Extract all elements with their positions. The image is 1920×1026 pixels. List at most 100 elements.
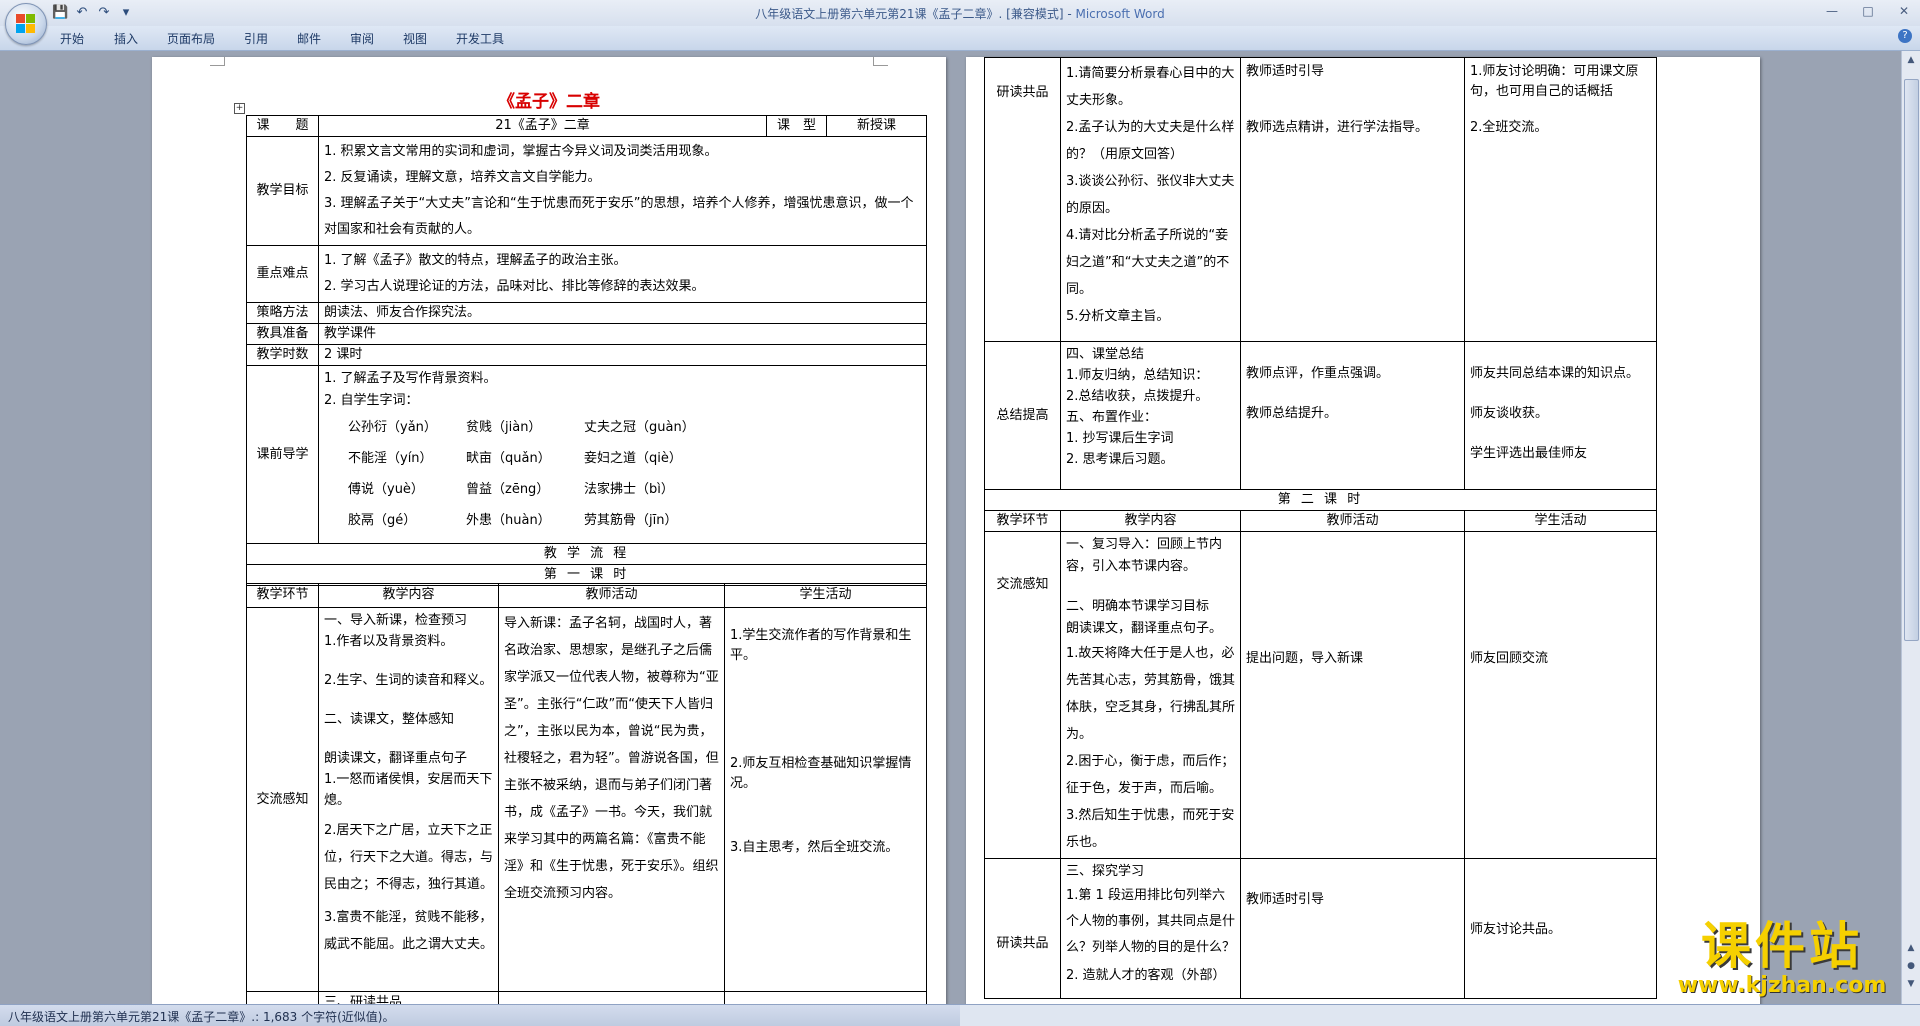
content-line: 3.谈谈公孙衍、张仪非大丈夫的原因。 (1066, 174, 1235, 216)
content-line: 二、明确本节课学习目标 (1066, 599, 1210, 614)
col-content: 教学内容 (318, 583, 499, 608)
goals-cell: 1. 积累文言文常用的实词和虚词，掌握古今异义词及词类活用现象。 2. 反复诵读… (317, 136, 928, 246)
vocab-word: 胶鬲（gé） (348, 513, 417, 528)
student-line: 学生评选出最佳师友 (1470, 446, 1588, 461)
content-line: 2.孟子认为的大丈夫是什么样的？（用原文回答） (1066, 120, 1235, 162)
tab-view[interactable]: 视图 (403, 30, 427, 47)
vocab-word: 曾益（zēng） (466, 482, 550, 497)
vocab-word: 傅说（yuè） (348, 482, 424, 497)
tab-mailings[interactable]: 邮件 (297, 30, 321, 47)
content-line: 5.分析文章主旨。 (1066, 309, 1170, 324)
teacher-line: 教师点评，作重点强调。 (1246, 366, 1390, 381)
label-strategy: 策略方法 (246, 302, 319, 324)
tab-insert[interactable]: 插入 (114, 30, 138, 47)
content-line: 2. 思考课后习题。 (1066, 452, 1174, 467)
flow-title: 教 学 流 程 (245, 543, 928, 565)
scroll-up-icon[interactable]: ▲ (1904, 53, 1918, 67)
minimize-icon[interactable]: — (1820, 2, 1844, 20)
content-cell: 一、复习导入：回顾上节内容，引入本节课内容。 二、明确本节课学习目标 朗读课文，… (1060, 531, 1241, 859)
hours-value: 2 课时 (317, 344, 928, 366)
office-logo-icon (16, 14, 36, 34)
content-line: 二、读课文，整体感知 (324, 712, 455, 727)
vocab-row: 不能淫（yín） 畎亩（quǎn） 妾妇之道（qiè） (348, 443, 921, 474)
label-tools: 教具准备 (246, 323, 319, 345)
maximize-icon[interactable]: □ (1856, 2, 1880, 20)
prev-page-icon[interactable]: ▲ (1904, 941, 1918, 955)
vocab-word: 不能淫（yín） (348, 451, 433, 466)
content-line: 2.居天下之广居，立天下之正位，行天下之大道。得志，与民由之；不得志，独行其道。 (324, 823, 494, 892)
vocab-word: 贫贱（jiàn） (466, 420, 542, 435)
tab-developer[interactable]: 开发工具 (456, 30, 504, 47)
stage-label: 研读共品 (984, 858, 1061, 999)
stage-label: 总结提高 (984, 341, 1061, 490)
label-type: 课 型 (766, 115, 828, 137)
content-line: 2.困于心，衡于虑，而后作；征于色，发于声，而后喻。 (1066, 754, 1235, 796)
close-icon[interactable]: ✕ (1892, 2, 1916, 20)
key-points-cell: 1. 了解《孟子》散文的特点，理解孟子的政治主张。 2. 学习古人说理论证的方法… (317, 245, 928, 303)
key-point-item: 1. 了解《孟子》散文的特点，理解孟子的政治主张。 (324, 253, 627, 268)
goal-item: 1. 积累文言文常用的实词和虚词，掌握古今异义词及词类活用现象。 (324, 144, 718, 159)
col-content: 教学内容 (1060, 510, 1241, 532)
horizontal-scrollbar[interactable] (960, 1004, 1920, 1026)
help-icon[interactable]: ? (1898, 29, 1912, 43)
tab-page-layout[interactable]: 页面布局 (167, 30, 215, 47)
teacher-cell: 教师适时引导 教师选点精讲，进行学法指导。 (1240, 57, 1465, 342)
content-line: 五、布置作业： (1066, 410, 1158, 425)
goal-item: 2. 反复诵读，理解文意，培养文言文自学能力。 (324, 170, 601, 185)
content-line: 2. 造就人才的客观（外部） (1066, 968, 1226, 983)
student-line: 2.全班交流。 (1470, 120, 1548, 135)
teacher-cell: 提出问题，导入新课 (1240, 531, 1465, 859)
period2-title: 第 二 课 时 (984, 489, 1657, 511)
content-cell: 三、探究学习 1.第 1 段运用排比句列举六个人物的事例，其共同点是什么？列举人… (1060, 858, 1241, 999)
scroll-thumb[interactable] (1904, 79, 1919, 641)
content-line: 1.一怒而诸侯惧，安居而天下熄。 (324, 772, 493, 808)
doc-title: 《孟子》二章 (498, 92, 600, 112)
stage-label: 研读共品 (984, 57, 1061, 342)
student-line: 师友讨论共品。 (1470, 922, 1562, 937)
content-cell: 一、导入新课，检查预习 1.作者以及背景资料。 2.生字、生词的读音和释义。 二… (318, 607, 499, 992)
content-line: 4.请对比分析孟子所说的“妾妇之道”和“大丈夫之道”的不同。 (1066, 228, 1230, 297)
content-line: 一、复习导入：回顾上节内容，引入本节课内容。 (1066, 537, 1223, 574)
teacher-line: 教师选点精讲，进行学法指导。 (1246, 120, 1429, 135)
col-teacher: 教师活动 (498, 583, 725, 608)
student-cell: 1.师友讨论明确：可用课文原句，也可用自己的话概括 2.全班交流。 (1464, 57, 1657, 342)
course-title: 21《孟子》二章 (317, 115, 768, 137)
course-type: 新授课 (826, 115, 928, 137)
key-point-item: 2. 学习古人说理论证的方法，品味对比、排比等修辞的表达效果。 (324, 279, 705, 294)
period1-table-continued: 研读共品 1.请简要分析景春心目中的大丈夫形象。 2.孟子认为的大丈夫是什么样的… (984, 57, 1657, 999)
tab-references[interactable]: 引用 (244, 30, 268, 47)
tab-review[interactable]: 审阅 (350, 30, 374, 47)
content-cell: 1.请简要分析景春心目中的大丈夫形象。 2.孟子认为的大丈夫是什么样的？（用原文… (1060, 57, 1241, 342)
col-stage: 教学环节 (246, 583, 319, 608)
student-line: 1.学生交流作者的写作背景和生平。 (730, 628, 912, 663)
table-move-handle-icon[interactable]: + (234, 103, 245, 114)
teacher-line: 教师适时引导 (1246, 64, 1325, 79)
teacher-cell: 教师适时引导 (1240, 858, 1465, 999)
content-line: 三、研读共品 (318, 991, 499, 1004)
content-line: 朗读课文，翻译重点句子 (324, 751, 468, 766)
content-line: 朗读课文，翻译重点句子。 (1066, 621, 1223, 636)
select-browse-object-icon[interactable]: ● (1904, 959, 1918, 973)
status-text: 八年级语文上册第六单元第21课《孟子二章》.: 1,683 个字符(近似值)。 (8, 1010, 395, 1024)
watermark-url: www.kjzhan.com (1677, 973, 1887, 998)
next-page-icon[interactable]: ▼ (1904, 977, 1918, 991)
office-button[interactable] (5, 3, 47, 45)
vocab-word: 劳其筋骨（jīn） (584, 513, 678, 528)
content-line: 1.请简要分析景春心目中的大丈夫形象。 (1066, 66, 1235, 108)
tab-home[interactable]: 开始 (60, 30, 84, 47)
window-title: 八年级语文上册第六单元第21课《孟子二章》. [兼容模式] - Microsof… (755, 7, 1165, 21)
label-goals: 教学目标 (246, 136, 319, 246)
content-line: 1.师友归纳，总结知识： (1066, 368, 1209, 383)
strategy-value: 朗读法、师友合作探究法。 (317, 302, 928, 324)
stage-label (246, 991, 319, 1004)
content-line: 1. 抄写课后生字词 (1066, 431, 1174, 446)
vocab-word: 妾妇之道（qiè） (584, 451, 682, 466)
vocab-list: 公孙衍（yǎn） 贫贱（jiàn） 丈夫之冠（guàn） 不能淫（yín） 畎亩（qu… (324, 412, 921, 536)
lesson-table: 课 题 21《孟子》二章 课 型 新授课 教学目标 1. 积累文言文常用的实词和… (245, 115, 928, 586)
label-key-points: 重点难点 (246, 245, 319, 303)
student-cell: 1.学生交流作者的写作背景和生平。 2.师友互相检查基础知识掌握情况。 3.自主… (724, 607, 927, 992)
vertical-scrollbar[interactable]: ▲ ▲ ● ▼ (1901, 51, 1920, 1004)
teacher-cell: 教师点评，作重点强调。 教师总结提升。 (1240, 341, 1465, 490)
page-1: 《孟子》二章 + 课 题 21《孟子》二章 课 型 新授课 教学目标 1. 积累… (152, 57, 946, 1004)
vocab-word: 公孙衍（yǎn） (348, 420, 437, 435)
